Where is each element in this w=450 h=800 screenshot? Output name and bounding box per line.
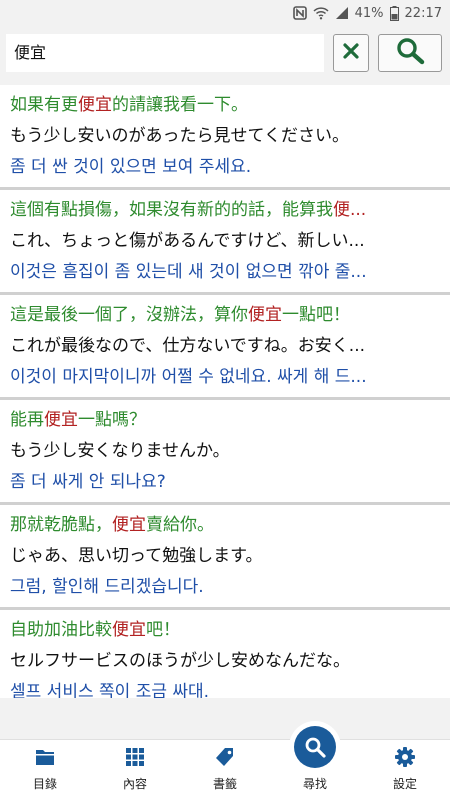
korean-sentence: 이것이 마지막이니까 어쩔 수 없네요. 싸게 해 드... <box>10 367 367 387</box>
japanese-sentence: セルフサービスのほうが少し安めなんだな。 <box>10 651 350 671</box>
nfc-icon <box>292 6 307 20</box>
keyword-highlight: 便宜 <box>78 95 112 115</box>
search-button[interactable] <box>378 34 442 72</box>
results-list: 如果有更便宜的請讓我看一下。 もう少し安いのがあったら見せてください。 좀 더 … <box>0 85 450 698</box>
nav-content-label: 內容 <box>122 777 147 791</box>
list-item[interactable]: 自助加油比較便宜吧！ セルフサービスのほうが少し安めなんだな。 셀프 서비스 쪽… <box>0 610 450 698</box>
wifi-icon <box>313 6 329 20</box>
battery-percent: 41% <box>354 5 384 21</box>
folder-icon <box>35 745 55 769</box>
clear-icon <box>342 42 360 64</box>
japanese-sentence: じゃあ、思い切って勉強します。 <box>10 546 263 566</box>
tag-icon <box>215 745 235 769</box>
search-fab-icon <box>294 726 336 768</box>
list-item[interactable]: 那就乾脆點，便宜賣給你。 じゃあ、思い切って勉強します。 그럼, 할인해 드리겠… <box>0 505 450 610</box>
nav-content[interactable]: 內容 <box>90 740 180 800</box>
nav-settings[interactable]: 設定 <box>360 740 450 800</box>
keyword-highlight: 便宜 <box>112 620 146 640</box>
nav-search[interactable]: 尋找 <box>270 726 360 800</box>
japanese-sentence: これ、ちょっと傷があるんですけど、新しい... <box>10 231 365 251</box>
nav-settings-label: 設定 <box>392 777 417 791</box>
korean-sentence: 그럼, 할인해 드리겠습니다. <box>10 577 204 597</box>
nav-catalog-label: 目錄 <box>32 777 57 791</box>
search-input[interactable]: 便宜 <box>6 34 324 72</box>
keyword-highlight: 便宜 <box>44 410 78 430</box>
nav-search-label: 尋找 <box>302 777 327 791</box>
battery-icon <box>389 5 399 21</box>
clear-button[interactable] <box>333 34 369 72</box>
chinese-sentence: 能再便宜一點嗎？ <box>10 410 146 430</box>
gear-icon <box>395 745 415 769</box>
chinese-sentence: 這個有點損傷，如果沒有新的的話，能算我便... <box>10 200 367 220</box>
list-item[interactable]: 能再便宜一點嗎？ もう少し安くなりませんか。 좀 더 싸게 안 되나요? <box>0 400 450 505</box>
search-bar: 便宜 <box>0 26 450 82</box>
signal-icon <box>335 6 349 20</box>
chinese-sentence: 自助加油比較便宜吧！ <box>10 620 180 640</box>
nav-catalog[interactable]: 目錄 <box>0 740 90 800</box>
list-item[interactable]: 這是最後一個了，沒辦法，算你便宜一點吧！ これが最後なので、仕方ないですね。お安… <box>0 295 450 400</box>
japanese-sentence: もう少し安いのがあったら見せてください。 <box>10 126 349 146</box>
keyword-highlight: 便宜 <box>112 515 146 535</box>
korean-sentence: 이것은 흠집이 좀 있는데 새 것이 없으면 깎아 줄... <box>10 262 367 282</box>
keyword-highlight: 便宜 <box>248 305 282 325</box>
keyword-highlight: 便... <box>333 200 367 220</box>
nav-bookmark-label: 書籤 <box>212 777 237 791</box>
korean-sentence: 좀 더 싼 것이 있으면 보여 주세요. <box>10 157 252 177</box>
list-item[interactable]: 如果有更便宜的請讓我看一下。 もう少し安いのがあったら見せてください。 좀 더 … <box>0 85 450 190</box>
japanese-sentence: これが最後なので、仕方ないですね。お安く... <box>10 336 366 356</box>
search-icon <box>395 37 425 69</box>
grid-icon <box>126 745 144 769</box>
bottom-nav: 目錄 內容 書籤 尋找 設定 <box>0 726 450 800</box>
chinese-sentence: 那就乾脆點，便宜賣給你。 <box>10 515 214 535</box>
status-time: 22:17 <box>404 5 442 21</box>
korean-sentence: 셀프 서비스 쪽이 조금 싸대. <box>10 682 210 698</box>
chinese-sentence: 如果有更便宜的請讓我看一下。 <box>10 95 248 115</box>
japanese-sentence: もう少し安くなりませんか。 <box>10 441 230 461</box>
chinese-sentence: 這是最後一個了，沒辦法，算你便宜一點吧！ <box>10 305 350 325</box>
korean-sentence: 좀 더 싸게 안 되나요? <box>10 472 166 492</box>
list-item[interactable]: 這個有點損傷，如果沒有新的的話，能算我便... これ、ちょっと傷があるんですけど… <box>0 190 450 295</box>
status-bar: 41% 22:17 <box>0 0 450 26</box>
nav-bookmark[interactable]: 書籤 <box>180 740 270 800</box>
